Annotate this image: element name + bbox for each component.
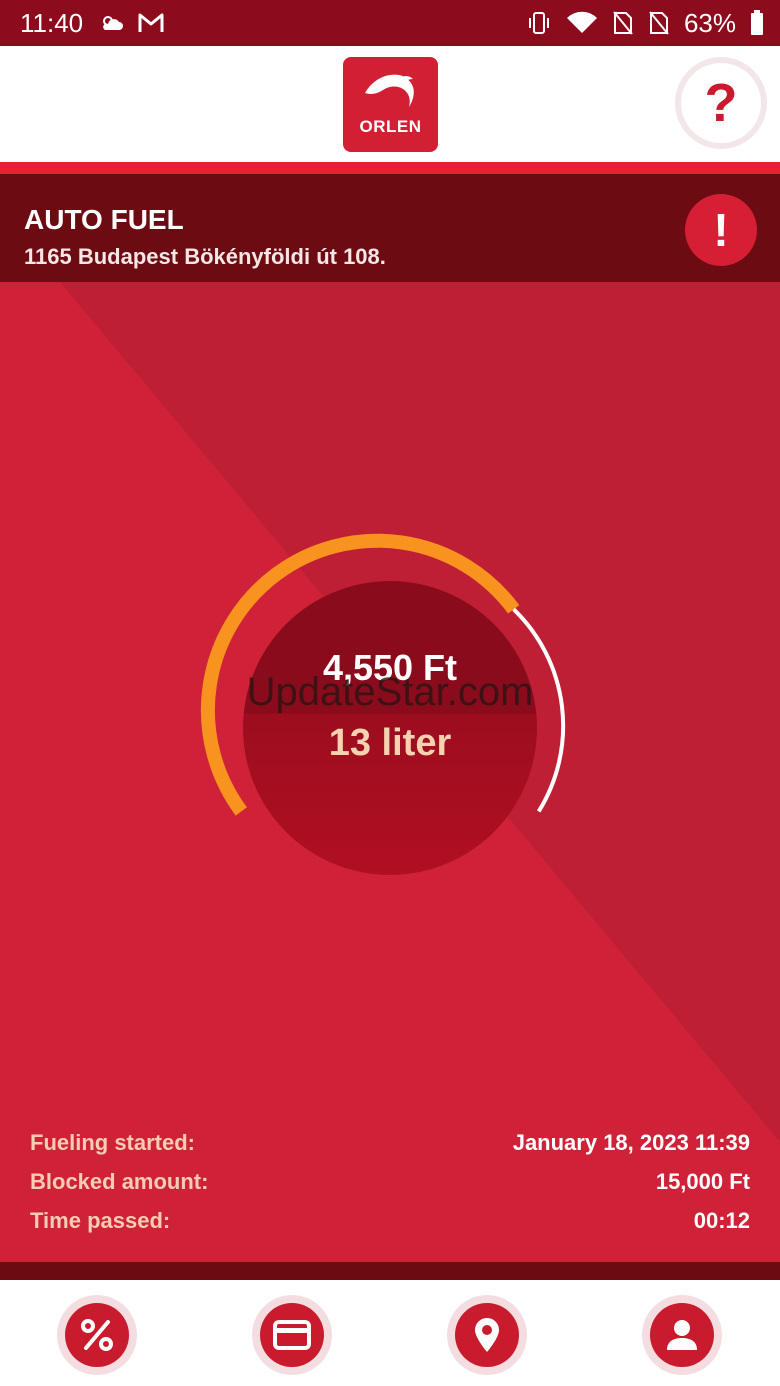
bottom-nav	[0, 1280, 780, 1386]
fuel-gauge	[200, 533, 566, 875]
header-divider	[0, 162, 780, 174]
status-time: 11:40	[20, 7, 84, 38]
nav-payment-button[interactable]	[252, 1295, 332, 1375]
fuel-volume-liters: 13 liter	[328, 722, 452, 764]
percent-icon	[81, 1319, 113, 1351]
battery-percent: 63%	[683, 7, 736, 38]
detail-label: Fueling started:	[30, 1130, 196, 1155]
status-bar: 11:40 63%	[0, 0, 780, 46]
card-icon	[273, 1320, 311, 1350]
detail-label: Time passed:	[30, 1208, 171, 1233]
logo-text: ORLEN	[359, 117, 422, 136]
question-mark-icon: ?	[704, 73, 738, 133]
watermark-text: UpdateStar.com	[246, 670, 534, 714]
station-address: 1165 Budapest Bökényföldi út 108.	[24, 244, 386, 269]
eagle-icon	[365, 74, 414, 107]
station-banner: AUTO FUEL 1165 Budapest Bökényföldi út 1…	[0, 174, 780, 282]
nav-divider	[0, 1262, 780, 1280]
exclamation-icon: !	[713, 204, 729, 256]
gmail-icon	[138, 13, 164, 32]
no-sim-icon	[613, 11, 633, 35]
location-pin-icon	[475, 1318, 499, 1352]
detail-value: 15,000 Ft	[655, 1169, 750, 1194]
weather-icon	[103, 16, 124, 30]
no-sim-icon-2	[649, 11, 669, 35]
nav-profile-button[interactable]	[642, 1295, 722, 1375]
detail-row-started: Fueling started: January 18, 2023 11:39	[30, 1130, 750, 1156]
vibrate-icon	[528, 12, 549, 34]
alert-button[interactable]: !	[685, 194, 757, 266]
detail-row-time: Time passed: 00:12	[30, 1208, 750, 1234]
station-name: AUTO FUEL	[24, 204, 184, 235]
detail-value: 00:12	[693, 1208, 750, 1233]
nav-coupons-button[interactable]	[57, 1295, 137, 1375]
nav-stations-button[interactable]	[447, 1295, 527, 1375]
help-button[interactable]: ?	[675, 57, 767, 149]
detail-label: Blocked amount:	[30, 1169, 209, 1194]
battery-icon	[751, 10, 763, 35]
profile-icon	[667, 1320, 697, 1350]
wifi-icon	[566, 11, 597, 34]
detail-row-blocked: Blocked amount: 15,000 Ft	[30, 1169, 750, 1195]
detail-value: January 18, 2023 11:39	[512, 1130, 750, 1155]
fueling-panel: 4,550 Ft 13 liter UpdateStar.com Fueling…	[0, 282, 780, 1262]
orlen-logo[interactable]: ORLEN	[343, 57, 438, 152]
